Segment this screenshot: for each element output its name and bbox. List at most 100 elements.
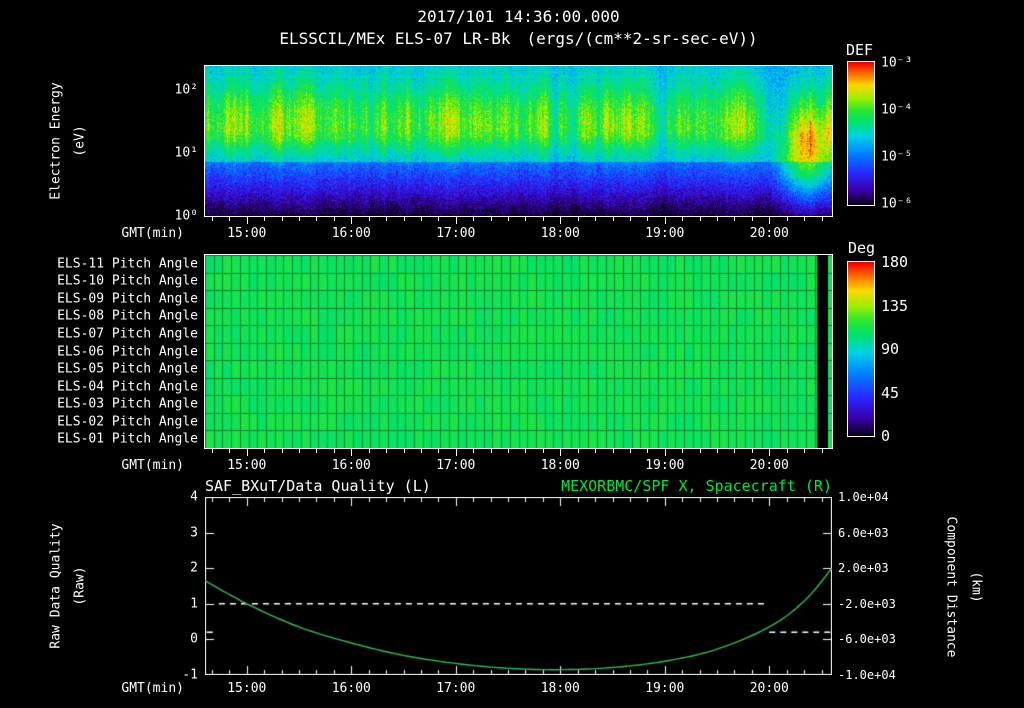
def-colorbar-tick-label: 10⁻⁴ xyxy=(881,102,913,118)
time-tick xyxy=(212,449,213,453)
timeseries-plot xyxy=(205,497,832,675)
time-tick xyxy=(438,217,439,221)
time-tick xyxy=(351,217,352,224)
left-y-tick-label: 3 xyxy=(190,525,198,541)
deg-colorbar-tick-label: 90 xyxy=(881,340,900,358)
time-tick xyxy=(473,217,474,221)
time-tick xyxy=(404,217,405,221)
pitch-row-label: ELS-01 Pitch Angle xyxy=(57,431,198,447)
time-tick xyxy=(665,217,666,224)
time-tick xyxy=(508,449,509,453)
time-tick xyxy=(264,217,265,221)
def-colorbar xyxy=(847,61,875,206)
pitch-row-label: ELS-09 Pitch Angle xyxy=(57,291,198,307)
time-tick xyxy=(525,449,526,453)
time-tick xyxy=(404,449,405,453)
left-y-tick-label: 2 xyxy=(190,560,198,576)
pitch-row-label: ELS-04 Pitch Angle xyxy=(57,379,198,395)
time-tick xyxy=(456,449,457,456)
time-tick xyxy=(543,217,544,221)
time-tick xyxy=(282,449,283,453)
deg-colorbar-tick-label: 180 xyxy=(881,253,909,271)
right-y-tick-label: 2.0e+03 xyxy=(838,561,889,576)
time-tick xyxy=(734,449,735,453)
time-tick xyxy=(351,449,352,456)
time-tick xyxy=(421,449,422,453)
deg-colorbar-gradient xyxy=(848,262,874,436)
spectrogram-panel xyxy=(204,65,833,217)
gmt-axis-label-spec: GMT(min) xyxy=(121,226,184,241)
deg-colorbar-tick-label: 0 xyxy=(881,427,891,445)
time-tick xyxy=(543,449,544,453)
x-tick-label: 17:00 xyxy=(436,681,476,696)
x-tick-label: 16:00 xyxy=(331,681,371,696)
x-tick-label: 20:00 xyxy=(749,681,789,696)
time-tick xyxy=(316,217,317,221)
x-tick-label: 19:00 xyxy=(645,681,685,696)
spec-y-axis-label: Electron Energy xyxy=(48,82,64,200)
pitch-row-label: ELS-05 Pitch Angle xyxy=(57,361,198,377)
time-tick xyxy=(682,217,683,221)
time-tick xyxy=(560,217,561,224)
time-tick xyxy=(369,449,370,453)
pitch-row-label: ELS-03 Pitch Angle xyxy=(57,396,198,412)
gmt-axis-label-pitch: GMT(min) xyxy=(121,458,184,473)
timeseries-right-title: MEXORBMC/SPF X, Spacecraft (R) xyxy=(561,477,832,495)
time-tick xyxy=(665,449,666,456)
right-y-tick-label: -2.0e+03 xyxy=(838,596,896,611)
right-y-tick-label: 6.0e+03 xyxy=(838,525,889,540)
time-tick xyxy=(212,217,213,221)
time-tick xyxy=(369,217,370,221)
time-tick xyxy=(769,449,770,456)
def-colorbar-title: DEF xyxy=(846,41,874,59)
pitch-angle-panel xyxy=(204,254,833,449)
instrument-title: ELSSCIL/MEx ELS-07 LR-Bk xyxy=(279,29,511,48)
pitch-row-label: ELS-11 Pitch Angle xyxy=(57,256,198,272)
time-tick xyxy=(595,449,596,453)
deg-colorbar-tick-label: 135 xyxy=(881,296,909,315)
time-tick xyxy=(247,217,248,224)
time-tick xyxy=(491,449,492,453)
left-y-axis-label: Raw Data Quality xyxy=(48,523,64,649)
time-tick xyxy=(386,217,387,221)
x-tick-label: 15:00 xyxy=(227,681,267,696)
time-tick xyxy=(822,217,823,221)
x-tick-label: 20:00 xyxy=(749,226,789,241)
time-tick xyxy=(630,449,631,453)
time-tick xyxy=(752,449,753,453)
left-y-axis-units: (Raw) xyxy=(72,566,88,606)
spec-y-tick-label: 10¹ xyxy=(174,145,198,161)
time-tick xyxy=(264,449,265,453)
deg-colorbar xyxy=(847,261,875,437)
time-tick xyxy=(316,449,317,453)
time-tick xyxy=(282,217,283,221)
time-tick xyxy=(334,217,335,221)
left-y-tick-label: 4 xyxy=(190,489,198,505)
time-tick xyxy=(456,217,457,224)
left-y-tick-label: 1 xyxy=(190,596,198,612)
gmt-axis-label-timeseries: GMT(min) xyxy=(121,681,184,696)
time-tick xyxy=(386,449,387,453)
time-tick xyxy=(613,449,614,453)
time-tick xyxy=(229,449,230,453)
time-tick xyxy=(560,449,561,456)
def-colorbar-tick-label: 10⁻³ xyxy=(881,55,913,71)
time-tick xyxy=(647,217,648,221)
x-tick-label: 19:00 xyxy=(645,458,685,473)
spec-y-tick-label: 10² xyxy=(174,82,198,98)
right-y-tick-label: -1.0e+04 xyxy=(838,668,896,682)
time-tick xyxy=(578,217,579,221)
right-y-axis-label: Component Distance xyxy=(943,516,959,658)
x-tick-label: 19:00 xyxy=(645,226,685,241)
time-tick xyxy=(804,217,805,221)
time-tick xyxy=(787,217,788,221)
time-tick xyxy=(229,217,230,221)
time-tick xyxy=(787,449,788,453)
x-tick-label: 17:00 xyxy=(436,226,476,241)
time-tick xyxy=(717,217,718,221)
def-colorbar-gradient xyxy=(848,62,874,205)
right-y-tick-label: -6.0e+03 xyxy=(838,632,896,647)
deg-colorbar-title: Deg xyxy=(848,239,876,257)
pitch-row-label: ELS-02 Pitch Angle xyxy=(57,414,198,430)
plot-header: ELSSCIL/MEx ELS-07 LR-Bk (ergs/(cm**2-sr-… xyxy=(205,29,832,48)
